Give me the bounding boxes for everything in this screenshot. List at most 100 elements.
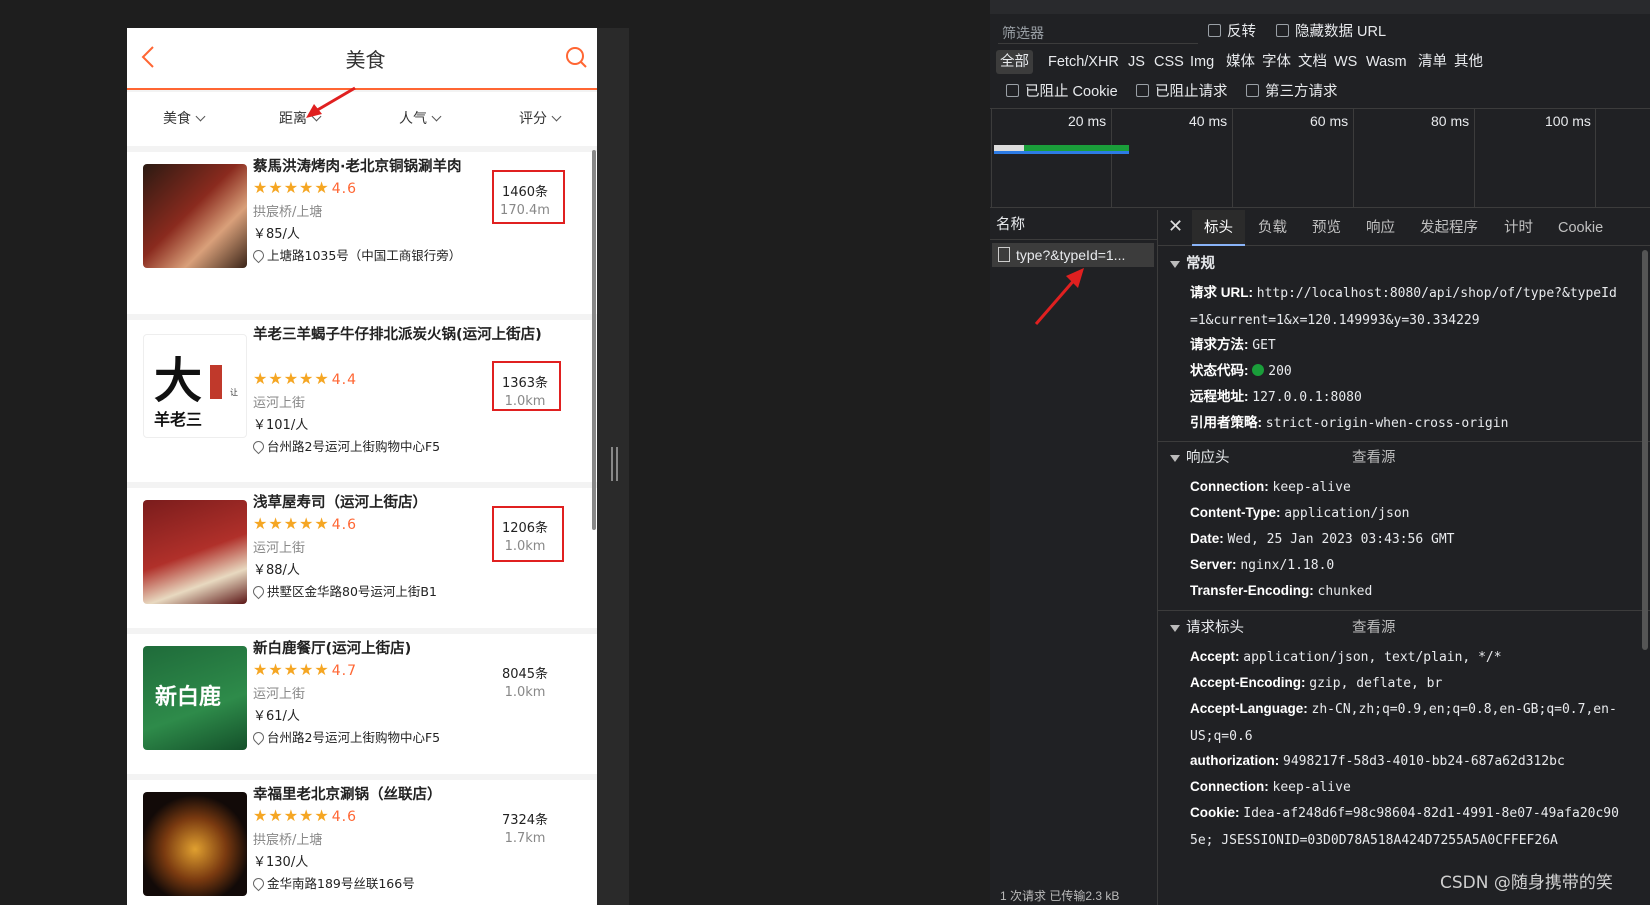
tab-cookies[interactable]: Cookie bbox=[1558, 210, 1603, 246]
rating-stars: ★★★★★ 4.6 bbox=[253, 514, 357, 533]
header-value: keep-alive bbox=[1272, 480, 1351, 495]
request-summary: 1 次请求 已传输2.3 kB bbox=[1000, 889, 1120, 903]
type-all[interactable]: 全部 bbox=[996, 50, 1033, 74]
type-doc[interactable]: 文档 bbox=[1294, 50, 1331, 74]
filter-rating-label: 评分 bbox=[519, 111, 547, 127]
request-header-row: Accept: application/json, text/plain, */… bbox=[1190, 644, 1620, 671]
view-source-link[interactable]: 查看源 bbox=[1352, 444, 1396, 472]
status-row: 状态代码: 200 bbox=[1190, 358, 1620, 385]
header-value: strict-origin-when-cross-origin bbox=[1265, 416, 1509, 431]
detail-scrollbar[interactable] bbox=[1642, 250, 1648, 650]
rating-score: 4.6 bbox=[331, 517, 357, 533]
rating-stars: ★★★★★ 4.7 bbox=[253, 660, 357, 679]
tab-timing[interactable]: 计时 bbox=[1504, 210, 1533, 246]
type-media[interactable]: 媒体 bbox=[1222, 50, 1259, 74]
shop-distance: 1.0km bbox=[504, 685, 546, 700]
shop-card[interactable]: 大羊老三 让 羊老三羊蝎子牛仔排北派炭火锅(运河上街店) ★★★★★ 4.4 运河上… bbox=[127, 320, 604, 482]
shop-logo: 大羊老三 让 bbox=[143, 334, 247, 438]
filter-input[interactable]: 筛选器 bbox=[998, 22, 1198, 44]
section-request-headers[interactable]: 请求标头 查看源 bbox=[1158, 614, 1650, 642]
header-value: 200 bbox=[1268, 364, 1292, 379]
shop-name: 新白鹿餐厅(运河上街店) bbox=[253, 641, 412, 657]
tab-preview[interactable]: 预览 bbox=[1312, 210, 1341, 246]
filter-category-label: 美食 bbox=[163, 111, 191, 127]
tab-response[interactable]: 响应 bbox=[1366, 210, 1395, 246]
type-fetch-xhr[interactable]: Fetch/XHR bbox=[1044, 50, 1123, 74]
type-wasm[interactable]: Wasm bbox=[1362, 50, 1411, 74]
shop-card[interactable]: 新白鹿 新白鹿餐厅(运河上街店) ★★★★★ 4.7 运河上街 ￥61/人 台州路… bbox=[127, 634, 604, 774]
shop-area: 运河上街 bbox=[253, 687, 306, 702]
devtools-network-panel: 筛选器 反转 隐藏数据 URL 全部 Fetch/XHR JS CSS Img … bbox=[990, 0, 1650, 905]
header-key: Cookie: bbox=[1190, 805, 1240, 820]
shop-name: 羊老三羊蝎子牛仔排北派炭火锅(运河上街店) bbox=[253, 327, 542, 343]
section-response-headers[interactable]: 响应头 查看源 bbox=[1158, 444, 1650, 472]
response-header-row: Date: Wed, 25 Jan 2023 03:43:56 GMT bbox=[1190, 526, 1620, 553]
request-row[interactable]: type?&typeId=1... bbox=[992, 243, 1154, 267]
grid-line bbox=[1232, 109, 1233, 207]
section-title: 请求标头 bbox=[1186, 620, 1244, 636]
third-party-checkbox[interactable]: 第三方请求 bbox=[1246, 82, 1338, 102]
type-js[interactable]: JS bbox=[1124, 50, 1149, 74]
filter-popularity[interactable]: 人气 bbox=[399, 92, 442, 146]
hide-data-url-checkbox[interactable]: 隐藏数据 URL bbox=[1276, 22, 1386, 42]
shop-logo: 新白鹿 bbox=[143, 646, 247, 750]
request-header-row: authorization: 9498217f-58d3-4010-bb24-6… bbox=[1190, 748, 1620, 775]
type-css[interactable]: CSS bbox=[1150, 50, 1188, 74]
shop-card[interactable]: 蔡馬洪涛烤肉·老北京铜锅涮羊肉 ★★★★★ 4.6 拱宸桥/上塘 ￥85/人 上塘… bbox=[127, 152, 604, 314]
header-key: authorization: bbox=[1190, 753, 1280, 768]
header-value: Wed, 25 Jan 2023 03:43:56 GMT bbox=[1227, 532, 1455, 547]
search-icon[interactable] bbox=[564, 45, 590, 71]
header-value: gzip, deflate, br bbox=[1309, 676, 1443, 691]
type-manifest[interactable]: 清单 bbox=[1414, 50, 1451, 74]
section-title: 响应头 bbox=[1186, 450, 1230, 466]
shop-photo bbox=[143, 500, 247, 604]
close-icon[interactable]: ✕ bbox=[1168, 216, 1183, 237]
rating-score: 4.4 bbox=[331, 372, 357, 388]
invert-checkbox[interactable]: 反转 bbox=[1208, 22, 1256, 42]
request-header-row: Cookie: Idea-af248d6f=98c98604-82d1-4991… bbox=[1190, 800, 1620, 854]
shop-price: ￥85/人 bbox=[253, 227, 300, 242]
panel-resize-handle[interactable] bbox=[611, 447, 618, 481]
type-ws[interactable]: WS bbox=[1330, 50, 1361, 74]
network-timeline[interactable]: 20 ms 40 ms 60 ms 80 ms 100 ms bbox=[990, 108, 1650, 208]
view-source-link[interactable]: 查看源 bbox=[1352, 614, 1396, 642]
shop-card[interactable]: 浅草屋寿司（运河上街店） ★★★★★ 4.6 运河上街 ￥88/人 拱墅区金华路8… bbox=[127, 488, 604, 628]
header-key: 状态代码: bbox=[1190, 363, 1249, 378]
location-pin-icon bbox=[250, 247, 267, 264]
header-key: Transfer-Encoding: bbox=[1190, 583, 1314, 598]
shop-area: 拱宸桥/上塘 bbox=[253, 833, 323, 848]
page-title: 美食 bbox=[345, 48, 386, 72]
shop-address-text: 台州路2号运河上街购物中心F5 bbox=[267, 439, 441, 454]
annotation-arrow-icon bbox=[306, 86, 356, 118]
header-key: Accept: bbox=[1190, 649, 1240, 664]
devtools-toolbar bbox=[990, 0, 1650, 14]
shop-logo-graphic: 新白鹿 bbox=[155, 684, 221, 710]
timeline-tick: 60 ms bbox=[1310, 113, 1349, 129]
rating-score: 4.6 bbox=[331, 809, 357, 825]
tab-initiator[interactable]: 发起程序 bbox=[1420, 210, 1478, 246]
filter-category[interactable]: 美食 bbox=[163, 92, 206, 146]
timeline-tick: 40 ms bbox=[1189, 113, 1228, 129]
list-scrollbar[interactable] bbox=[592, 150, 596, 530]
filter-rating[interactable]: 评分 bbox=[519, 92, 562, 146]
waterfall-bar-download bbox=[994, 151, 1129, 154]
request-name: type?&typeId=1... bbox=[1016, 247, 1126, 263]
header-key: 请求 URL: bbox=[1190, 285, 1253, 300]
shop-card[interactable]: 幸福里老北京涮锅（丝联店） ★★★★★ 4.6 拱宸桥/上塘 ￥130/人 金华南… bbox=[127, 780, 604, 905]
shop-price: ￥101/人 bbox=[253, 418, 309, 433]
name-column-header[interactable]: 名称 bbox=[990, 210, 1158, 240]
blocked-cookie-checkbox[interactable]: 已阻止 Cookie bbox=[1006, 82, 1118, 102]
blocked-cookie-label: 已阻止 Cookie bbox=[1025, 84, 1118, 100]
blocked-request-checkbox[interactable]: 已阻止请求 bbox=[1136, 82, 1228, 102]
section-general[interactable]: 常规 bbox=[1158, 250, 1650, 278]
tab-payload[interactable]: 负载 bbox=[1258, 210, 1287, 246]
shop-address: 金华南路189号丝联166号 bbox=[250, 873, 415, 892]
type-other[interactable]: 其他 bbox=[1450, 50, 1487, 74]
response-header-row: Connection: keep-alive bbox=[1190, 474, 1620, 501]
referrer-policy-row: 引用者策略: strict-origin-when-cross-origin bbox=[1190, 410, 1620, 437]
status-ok-icon bbox=[1252, 364, 1265, 376]
type-font[interactable]: 字体 bbox=[1258, 50, 1295, 74]
tab-headers[interactable]: 标头 bbox=[1192, 210, 1245, 246]
type-img[interactable]: Img bbox=[1186, 50, 1218, 74]
svg-text:新白鹿: 新白鹿 bbox=[155, 684, 221, 710]
